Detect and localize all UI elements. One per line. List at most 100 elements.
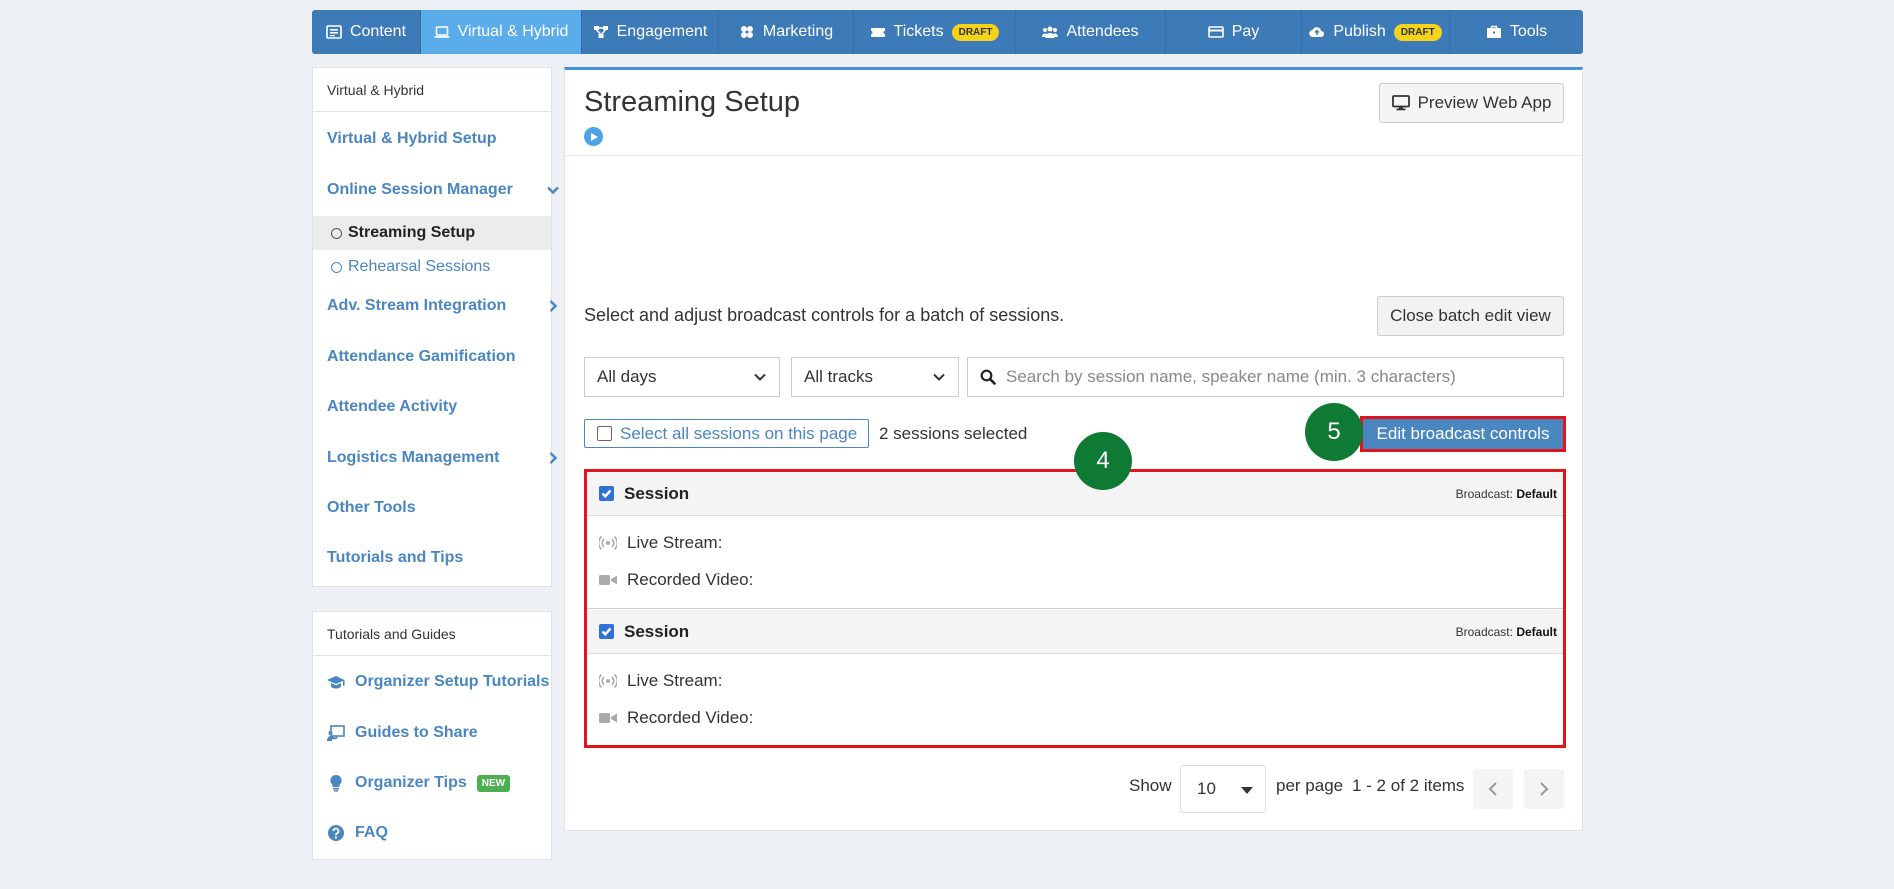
select-value: 10 [1197, 779, 1216, 798]
guides-heading: Tutorials and Guides [313, 612, 551, 656]
sidebar-item-other-tools[interactable]: Other Tools [327, 499, 416, 517]
sidebar-item-logistics-management[interactable]: Logistics Management [327, 449, 558, 467]
chevron-down-icon [933, 373, 945, 381]
chevron-right-icon [1540, 782, 1549, 796]
draft-badge: DRAFT [951, 23, 1000, 41]
chevron-down-icon [547, 183, 559, 195]
sidebar-item-adv-stream-integration[interactable]: Adv. Stream Integration [327, 297, 558, 315]
tab-marketing[interactable]: Marketing [719, 10, 854, 54]
tab-label: Virtual & Hybrid [457, 23, 569, 40]
search-icon [980, 369, 996, 385]
batch-description: Select and adjust broadcast controls for… [584, 305, 1065, 325]
guides-panel: Tutorials and Guides Organizer Setup Tut… [312, 611, 552, 860]
caret-down-icon [1241, 787, 1253, 794]
attendees-icon [1042, 26, 1059, 38]
session-checkbox[interactable] [599, 486, 614, 501]
select-all-sessions-button[interactable]: Select all sessions on this page [584, 419, 869, 448]
session-checkbox[interactable] [599, 624, 614, 639]
previous-page-button[interactable] [1473, 769, 1513, 809]
chevron-right-icon [547, 299, 559, 312]
tab-attendees[interactable]: Attendees [1016, 10, 1166, 54]
sidebar-subitem-streaming-setup[interactable]: Streaming Setup [313, 216, 551, 250]
sidebar-item-online-session-manager[interactable]: Online Session Manager [327, 181, 559, 199]
guides-item-organizer-tips[interactable]: Organizer Tips NEW [327, 774, 511, 792]
session-search-input[interactable]: Search by session name, speaker name (mi… [967, 357, 1564, 397]
guides-item-organizer-setup-tutorials[interactable]: Organizer Setup Tutorials [327, 673, 549, 691]
search-placeholder: Search by session name, speaker name (mi… [1006, 367, 1456, 386]
broadcast-icon [599, 673, 617, 689]
tab-label: Tools [1509, 23, 1548, 40]
session-list: Session Broadcast: Default Live Stream: … [584, 469, 1566, 748]
sidebar-item-label: Rehearsal Sessions [348, 258, 491, 275]
next-page-button[interactable] [1524, 769, 1564, 809]
tab-label: Tickets [893, 23, 944, 40]
marketing-icon [740, 26, 753, 38]
tab-content[interactable]: Content [312, 10, 421, 54]
close-batch-edit-button[interactable]: Close batch edit view [1377, 296, 1564, 336]
selected-count: 2 sessions selected [879, 424, 1028, 443]
checkbox[interactable] [597, 426, 612, 441]
tracks-filter-select[interactable]: All tracks [791, 357, 959, 397]
tab-virtual-hybrid[interactable]: Virtual & Hybrid [421, 10, 582, 54]
tab-pay[interactable]: Pay [1166, 10, 1302, 54]
tab-publish[interactable]: Publish DRAFT [1302, 10, 1450, 54]
tab-engagement[interactable]: Engagement [582, 10, 719, 54]
sidebar-item-label: Attendance Gamification [327, 348, 516, 365]
pager-items-count: 1 - 2 of 2 items [1352, 776, 1465, 795]
select-value: All days [597, 367, 657, 386]
chevron-left-icon [1488, 782, 1497, 796]
per-page-select[interactable]: 10 [1180, 765, 1266, 813]
session-title: Session [624, 483, 690, 503]
tab-label: Publish [1333, 23, 1386, 40]
days-filter-select[interactable]: All days [584, 357, 780, 397]
recorded-video-label: Recorded Video: [627, 570, 754, 589]
sidebar-heading: Virtual & Hybrid [313, 68, 551, 112]
engagement-icon [593, 26, 608, 38]
play-video-icon[interactable] [584, 127, 603, 146]
tab-label: Marketing [762, 23, 834, 40]
live-stream-label: Live Stream: [627, 671, 723, 690]
sidebar-item-label: Adv. Stream Integration [327, 297, 507, 314]
sidebar-item-virtual-hybrid-setup[interactable]: Virtual & Hybrid Setup [327, 130, 497, 148]
toolbox-icon [1486, 25, 1501, 38]
step-marker: 4 [1074, 432, 1132, 490]
lightbulb-icon [330, 774, 342, 792]
sidebar: Virtual & Hybrid Virtual & Hybrid Setup … [312, 67, 559, 587]
sidebar-item-tutorials-and-tips[interactable]: Tutorials and Tips [327, 549, 463, 567]
session-title: Session [624, 621, 690, 641]
broadcast-value: Default [1516, 624, 1557, 639]
sidebar-item-attendee-activity[interactable]: Attendee Activity [327, 398, 457, 416]
sidebar-item-label: Online Session Manager [327, 181, 513, 198]
presentation-icon [327, 725, 345, 741]
credit-card-icon [1207, 26, 1224, 38]
ticket-icon [870, 28, 885, 37]
guides-item-label: FAQ [355, 824, 388, 841]
broadcast-icon [599, 535, 617, 551]
live-stream-row: Live Stream: [599, 671, 722, 691]
tab-label: Pay [1231, 23, 1260, 40]
button-label: Select all sessions on this page [620, 423, 858, 443]
edit-broadcast-controls-button[interactable]: Edit broadcast controls [1360, 416, 1566, 452]
broadcast-status: Broadcast: Default [1456, 625, 1557, 639]
recorded-video-row: Recorded Video: [599, 708, 753, 728]
content-icon [326, 25, 342, 39]
broadcast-label: Broadcast: [1455, 624, 1513, 639]
tab-tools[interactable]: Tools [1450, 10, 1583, 54]
monitor-icon [1391, 95, 1410, 111]
sidebar-item-attendance-gamification[interactable]: Attendance Gamification [327, 348, 515, 366]
guides-item-label: Organizer Tips [355, 774, 467, 791]
sidebar-item-label: Virtual & Hybrid Setup [327, 130, 497, 147]
sidebar-item-label: Logistics Management [327, 449, 500, 466]
session-header: Session Broadcast: Default [587, 610, 1563, 654]
chevron-down-icon [754, 373, 766, 381]
laptop-icon [434, 26, 450, 38]
cloud-upload-icon [1309, 27, 1325, 38]
guides-item-guides-to-share[interactable]: Guides to Share [327, 724, 478, 742]
preview-web-app-button[interactable]: Preview Web App [1379, 83, 1564, 123]
tab-tickets[interactable]: Tickets DRAFT [854, 10, 1016, 54]
guides-item-faq[interactable]: FAQ [327, 824, 388, 842]
divider [565, 155, 1582, 156]
sidebar-subitem-rehearsal-sessions[interactable]: Rehearsal Sessions [313, 250, 551, 284]
broadcast-status: Broadcast: Default [1456, 487, 1557, 501]
live-stream-row: Live Stream: [599, 533, 722, 553]
